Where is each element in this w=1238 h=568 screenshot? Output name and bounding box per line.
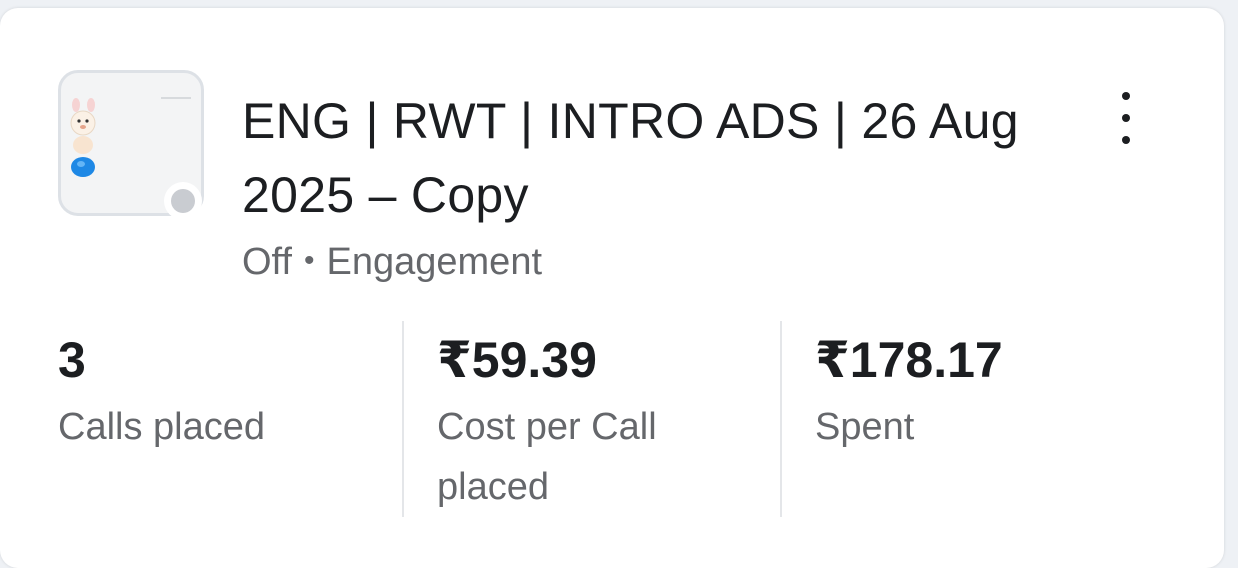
campaign-meta: Off • Engagement	[242, 238, 542, 289]
metric-value: ₹178.17	[815, 332, 1003, 388]
thumbnail-decoration	[161, 97, 191, 99]
meta-separator: •	[304, 244, 315, 277]
more-vertical-icon	[1122, 92, 1130, 100]
metric-value: ₹59.39	[437, 332, 597, 388]
status-indicator-icon	[164, 182, 202, 220]
metric-value: 3	[58, 332, 86, 388]
metric-divider	[780, 321, 782, 517]
ad-thumbnail[interactable]	[58, 70, 208, 220]
more-vertical-icon-dot	[1122, 136, 1130, 144]
campaign-title[interactable]: ENG | RWT | INTRO ADS | 26 Aug 2025 – Co…	[242, 84, 1022, 232]
metrics-row: 3 Calls placed ₹59.39 Cost per Call plac…	[0, 313, 1224, 523]
campaign-objective: Engagement	[326, 241, 543, 283]
campaign-card[interactable]: ENG | RWT | INTRO ADS | 26 Aug 2025 – Co…	[0, 8, 1224, 568]
campaign-status: Off	[242, 241, 292, 283]
metric-divider	[402, 321, 404, 517]
more-vertical-icon-dot	[1122, 114, 1130, 122]
more-options-button[interactable]	[1104, 88, 1148, 148]
metric-label: Calls placed	[58, 406, 265, 448]
metric-label: Spent	[815, 406, 915, 448]
metric-label: Cost per Call placed	[437, 406, 657, 508]
